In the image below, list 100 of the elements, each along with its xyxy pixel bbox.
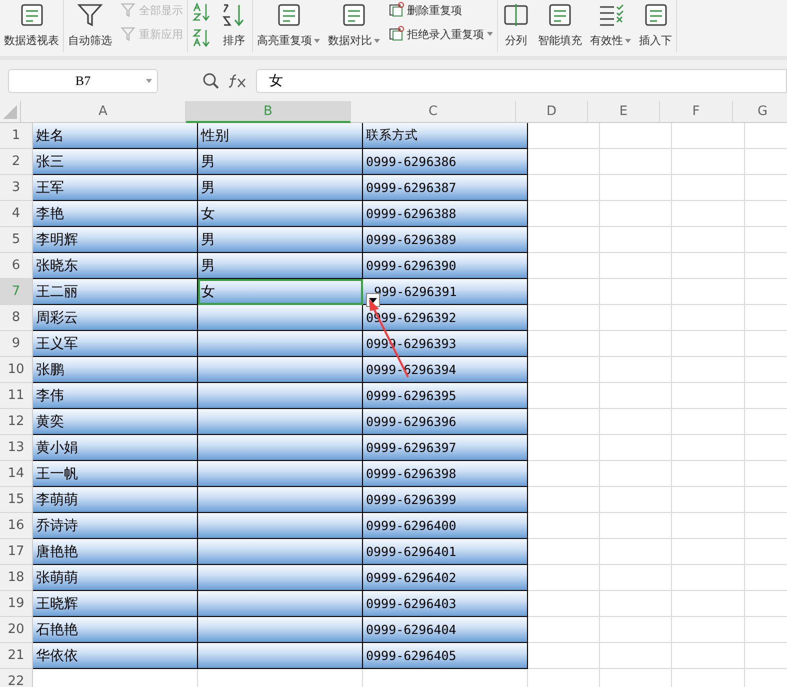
table-cell: 男 <box>198 227 363 253</box>
table-cell: 0999-6296399 <box>363 487 528 513</box>
ribbon-button[interactable]: 数据透视表 <box>4 0 59 48</box>
row-header[interactable]: 8 <box>0 305 33 331</box>
formula-field[interactable]: 女 <box>256 68 787 92</box>
table-cell: 0999-6296405 <box>363 643 528 669</box>
table-cell: 张鹏 <box>33 357 198 383</box>
column-header[interactable]: A <box>21 101 186 123</box>
table-cell <box>528 461 600 487</box>
table-cell <box>528 357 600 383</box>
table-cell: 0999-6296400 <box>363 513 528 539</box>
ribbon-button[interactable]: 排序 <box>220 0 248 48</box>
table-cell: 性别 <box>198 123 363 149</box>
row-header[interactable]: 11 <box>0 383 33 409</box>
table-cell: 0999-6296396 <box>363 409 528 435</box>
row-header[interactable]: 20 <box>0 617 33 643</box>
filter-icon <box>120 26 136 42</box>
ribbon-button[interactable]: 删除重复项 <box>388 2 493 18</box>
row-header[interactable]: 9 <box>0 331 33 357</box>
row-header[interactable]: 3 <box>0 175 33 201</box>
ribbon-button[interactable]: 有效性 <box>590 0 631 48</box>
name-box[interactable]: B7 <box>8 68 158 92</box>
row-header[interactable]: 10 <box>0 357 33 383</box>
table-cell: 李伟 <box>33 383 198 409</box>
table-cell: 王二丽 <box>33 279 198 305</box>
table-cell: 0999-6296397 <box>363 435 528 461</box>
table-cell: 男 <box>198 253 363 279</box>
table-cell: 男 <box>198 175 363 201</box>
table-cell: 周彩云 <box>33 305 198 331</box>
table-cell: 王义军 <box>33 331 198 357</box>
table-cell: 李艳 <box>33 201 198 227</box>
ribbon-button[interactable]: 插入下 <box>639 0 672 48</box>
row-header[interactable]: 17 <box>0 539 33 565</box>
zoom-icon[interactable] <box>202 72 220 90</box>
ribbon-button[interactable]: 自动筛选 <box>68 0 112 48</box>
row-header[interactable]: 13 <box>0 435 33 461</box>
table-cell: 0999-6296401 <box>363 539 528 565</box>
function-icon[interactable] <box>228 72 248 88</box>
row-header[interactable]: 5 <box>0 227 33 253</box>
column-header[interactable]: E <box>588 101 660 123</box>
table-cell <box>600 201 672 227</box>
ribbon-button[interactable]: 高亮重复项 <box>257 0 320 48</box>
column-header[interactable]: G <box>733 101 787 123</box>
table-cell <box>600 565 672 591</box>
table-cell <box>600 617 672 643</box>
table-cell <box>600 435 672 461</box>
row-header[interactable]: 22 <box>0 669 33 687</box>
table-cell <box>600 487 672 513</box>
table-cell <box>600 357 672 383</box>
table-cell: 李明辉 <box>33 227 198 253</box>
table-cell: 张萌萌 <box>33 565 198 591</box>
table-cell <box>528 513 600 539</box>
row-header[interactable]: 1 <box>0 123 33 149</box>
row-header[interactable]: 19 <box>0 591 33 617</box>
row-header[interactable]: 21 <box>0 643 33 669</box>
table-cell <box>600 227 672 253</box>
filter-icon <box>76 2 104 28</box>
table-cell <box>600 149 672 175</box>
ribbon-button[interactable]: 分列 <box>502 0 530 48</box>
column-header[interactable]: C <box>351 101 516 123</box>
table-cell: 0999-6296403 <box>363 591 528 617</box>
table-cell: 0999-6296386 <box>363 149 528 175</box>
ribbon-button[interactable]: 数据对比 <box>328 0 380 48</box>
table-cell: 王一帆 <box>33 461 198 487</box>
table-cell <box>528 435 600 461</box>
table-cell: 0999-6296404 <box>363 617 528 643</box>
row-header[interactable]: 12 <box>0 409 33 435</box>
row-header[interactable]: 16 <box>0 513 33 539</box>
caret-icon <box>374 38 380 42</box>
row-header[interactable]: 4 <box>0 201 33 227</box>
table-cell: 王军 <box>33 175 198 201</box>
table-cell <box>528 591 600 617</box>
table-cell <box>600 409 672 435</box>
row-header[interactable]: 2 <box>0 149 33 175</box>
table-cell <box>600 513 672 539</box>
row-header[interactable]: 18 <box>0 565 33 591</box>
table-cell <box>528 487 600 513</box>
column-header[interactable]: F <box>660 101 733 123</box>
column-header[interactable]: D <box>516 101 588 123</box>
table-cell: 0999-6296398 <box>363 461 528 487</box>
table-cell: 王晓辉 <box>33 591 198 617</box>
table-cell <box>600 305 672 331</box>
table-cell: 0999-6296387 <box>363 175 528 201</box>
columns-icon <box>502 2 530 28</box>
table-cell <box>600 279 672 305</box>
table-cell <box>528 149 600 175</box>
table-cell: 0999-6296390 <box>363 253 528 279</box>
row-header[interactable]: 14 <box>0 461 33 487</box>
sort-ascending-icon[interactable] <box>192 2 212 22</box>
table-cell <box>600 539 672 565</box>
row-header[interactable]: 6 <box>0 253 33 279</box>
table-cell: 黄奕 <box>33 409 198 435</box>
table-cell <box>600 383 672 409</box>
ribbon-button[interactable]: 智能填充 <box>538 0 582 48</box>
row-header[interactable]: 15 <box>0 487 33 513</box>
ribbon-button[interactable]: 拒绝录入重复项 <box>388 26 493 42</box>
table-cell <box>600 461 672 487</box>
sort-descending-icon[interactable] <box>192 28 212 48</box>
table-cell: 女 <box>198 201 363 227</box>
table-cell: 0999-6296388 <box>363 201 528 227</box>
